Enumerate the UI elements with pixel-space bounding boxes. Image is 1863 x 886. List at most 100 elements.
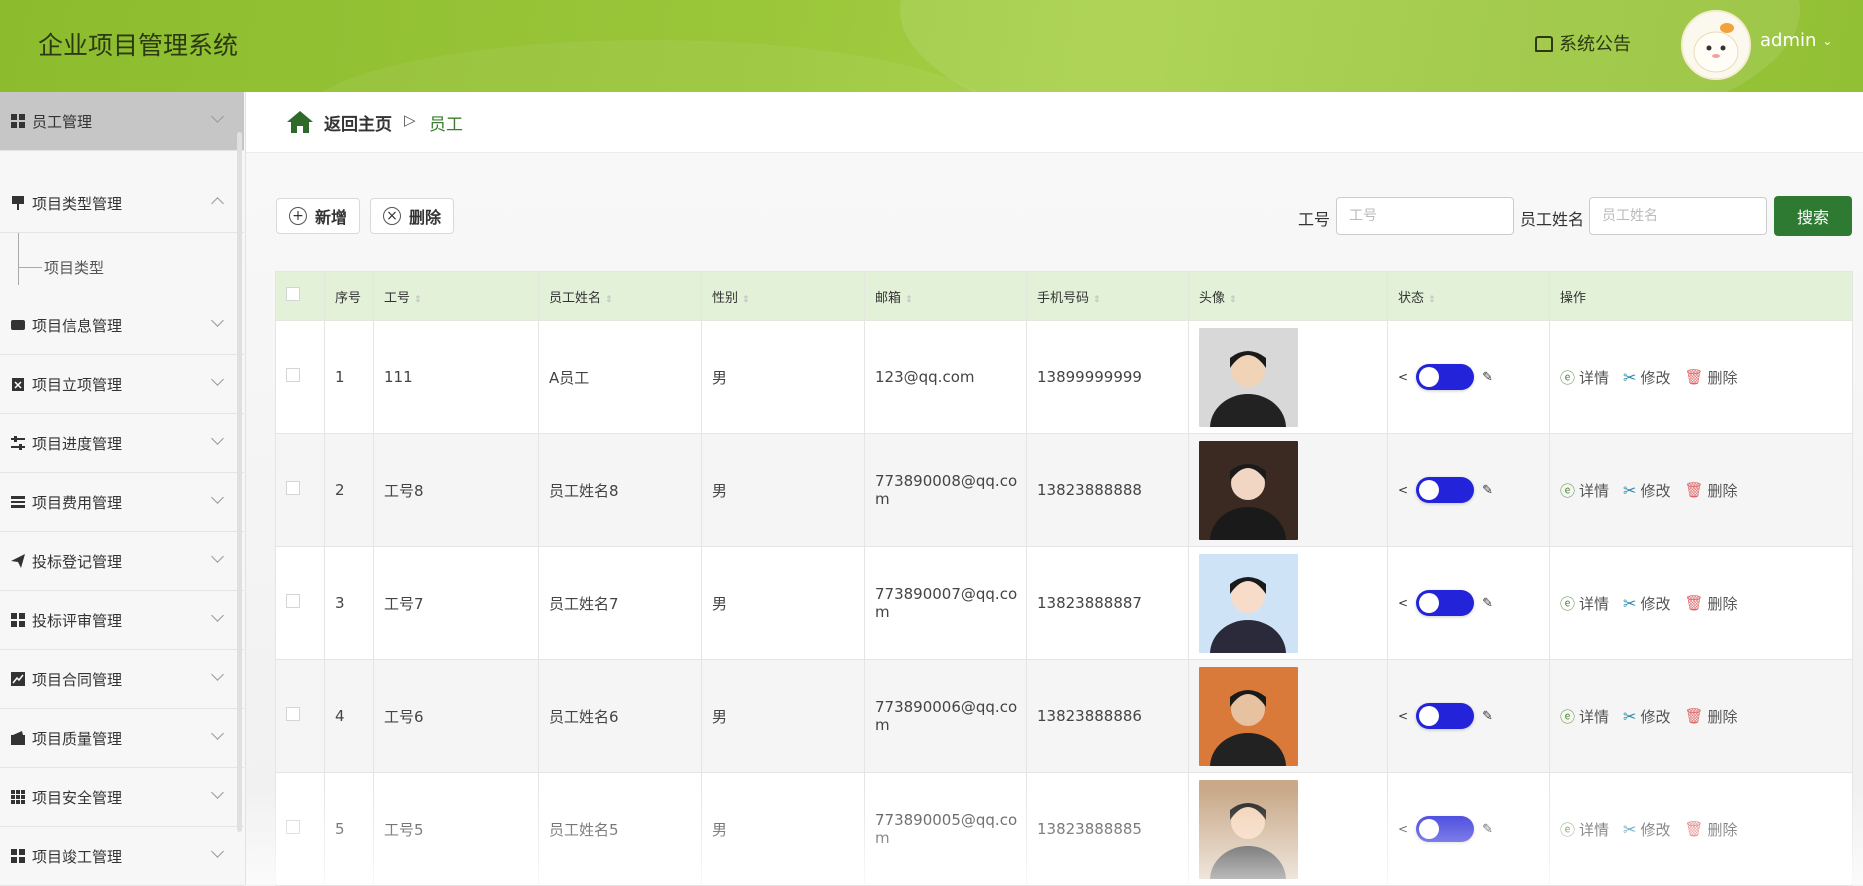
cell-employee-id: 工号5 xyxy=(373,772,539,886)
delete-button[interactable]: × 删除 xyxy=(370,198,455,234)
employee-photo[interactable] xyxy=(1199,327,1298,427)
edit-button[interactable]: ✂ 修改 xyxy=(1623,593,1670,614)
select-all-checkbox[interactable] xyxy=(286,287,300,301)
sort-icon[interactable]: ⇕ xyxy=(905,295,913,305)
employee-photo[interactable] xyxy=(1199,553,1298,653)
column-header[interactable]: 工号 ⇕ xyxy=(373,271,539,321)
app-title: 企业项目管理系统 xyxy=(38,31,239,60)
row-delete-button[interactable]: 🗑 删除 xyxy=(1684,819,1737,840)
trash-icon: 🗑 xyxy=(1684,820,1704,838)
row-select-cell[interactable] xyxy=(275,546,325,660)
search-button[interactable]: 搜索 xyxy=(1774,196,1852,236)
sidebar-item-safety[interactable]: 项目安全管理 xyxy=(0,768,244,827)
row-select-cell[interactable] xyxy=(275,772,325,886)
sort-icon[interactable]: ⇕ xyxy=(1229,295,1237,305)
cell-actions: ⓔ 详情 ✂ 修改 🗑 删除 xyxy=(1549,546,1853,660)
row-select-cell[interactable] xyxy=(275,433,325,547)
employee-id-input[interactable] xyxy=(1336,197,1514,235)
row-checkbox[interactable] xyxy=(286,820,300,834)
notice-link[interactable]: 系统公告 xyxy=(1535,30,1631,56)
sidebar-item-project-progress[interactable]: 项目进度管理 xyxy=(0,414,244,473)
cell-employee-id: 工号7 xyxy=(373,546,539,660)
list-icon xyxy=(11,496,25,508)
status-toggle[interactable] xyxy=(1416,590,1475,616)
row-delete-button[interactable]: 🗑 删除 xyxy=(1684,480,1737,501)
sidebar-item-quality[interactable]: 项目质量管理 xyxy=(0,709,244,768)
wrench-icon: ✂ xyxy=(1623,819,1637,839)
sidebar-item-label: 项目立项管理 xyxy=(32,375,123,394)
row-delete-button[interactable]: 🗑 删除 xyxy=(1684,593,1737,614)
cell-actions: ⓔ 详情 ✂ 修改 🗑 删除 xyxy=(1549,433,1853,547)
grid-icon xyxy=(11,114,25,128)
top-header: 企业项目管理系统 系统公告 admin ⌄ xyxy=(0,0,1863,92)
detail-button[interactable]: ⓔ 详情 xyxy=(1560,706,1609,727)
row-checkbox[interactable] xyxy=(286,368,300,382)
employee-name-input[interactable] xyxy=(1589,197,1767,235)
sidebar-subitem-project-type[interactable]: 项目类型 xyxy=(0,233,244,299)
sort-icon[interactable]: ⇕ xyxy=(742,295,750,305)
sort-icon[interactable]: ⇕ xyxy=(1093,295,1101,305)
tree-line xyxy=(18,233,19,285)
select-all-cell[interactable] xyxy=(275,271,325,321)
sidebar-item-project-info[interactable]: 项目信息管理 xyxy=(0,296,244,355)
sidebar-item-completion[interactable]: 项目竣工管理 xyxy=(0,827,244,886)
user-avatar[interactable] xyxy=(1681,10,1751,80)
row-checkbox[interactable] xyxy=(286,481,300,495)
chevron-down-icon xyxy=(211,609,224,622)
column-header[interactable]: 员工姓名 ⇕ xyxy=(538,271,702,321)
edit-button[interactable]: ✂ 修改 xyxy=(1623,706,1670,727)
cell-index: 3 xyxy=(324,546,374,660)
sort-icon[interactable]: ⇕ xyxy=(605,295,613,305)
status-toggle[interactable] xyxy=(1416,703,1475,729)
sort-icon[interactable]: ⇕ xyxy=(414,295,422,305)
sidebar-item-bid-review[interactable]: 投标评审管理 xyxy=(0,591,244,650)
column-header[interactable]: 性别 ⇕ xyxy=(701,271,865,321)
user-menu[interactable]: admin ⌄ xyxy=(1760,30,1832,51)
home-icon[interactable] xyxy=(286,110,314,134)
row-checkbox[interactable] xyxy=(286,594,300,608)
chevron-down-icon xyxy=(211,314,224,327)
status-toggle[interactable] xyxy=(1416,364,1475,390)
delete-button-label: 删除 xyxy=(409,208,442,227)
table-row: 2 工号8 员工姓名8 男 773890008@qq.com 138238888… xyxy=(275,433,1853,547)
add-button[interactable]: + 新增 xyxy=(276,198,361,234)
detail-button[interactable]: ⓔ 详情 xyxy=(1560,367,1609,388)
row-select-cell[interactable] xyxy=(275,320,325,434)
sidebar-item-project-type[interactable]: 项目类型管理 xyxy=(0,174,244,233)
breadcrumb-home-link[interactable]: 返回主页 xyxy=(324,110,392,135)
sidebar-item-label: 项目合同管理 xyxy=(32,670,123,689)
sidebar-scrollbar[interactable] xyxy=(237,132,242,832)
column-header[interactable]: 头像 ⇕ xyxy=(1188,271,1388,321)
row-select-cell[interactable] xyxy=(275,659,325,773)
employee-photo[interactable] xyxy=(1199,666,1298,766)
cell-gender: 男 xyxy=(701,659,865,773)
detail-button[interactable]: ⓔ 详情 xyxy=(1560,819,1609,840)
status-toggle[interactable] xyxy=(1416,816,1475,842)
chevron-down-icon: ⌄ xyxy=(1822,33,1833,48)
edit-button[interactable]: ✂ 修改 xyxy=(1623,819,1670,840)
edit-button[interactable]: ✂ 修改 xyxy=(1623,367,1670,388)
cell-index: 4 xyxy=(324,659,374,773)
row-checkbox[interactable] xyxy=(286,707,300,721)
edit-button[interactable]: ✂ 修改 xyxy=(1623,480,1670,501)
sidebar-item-project-cost[interactable]: 项目费用管理 xyxy=(0,473,244,532)
sidebar-item-employee[interactable]: 员工管理 xyxy=(0,92,244,151)
row-delete-button[interactable]: 🗑 删除 xyxy=(1684,706,1737,727)
sort-icon[interactable]: ⇕ xyxy=(1428,295,1436,305)
employee-photo[interactable] xyxy=(1199,440,1298,540)
column-header[interactable]: 状态 ⇕ xyxy=(1387,271,1550,321)
sidebar-item-contract[interactable]: 项目合同管理 xyxy=(0,650,244,709)
cell-employee-id: 工号6 xyxy=(373,659,539,773)
add-button-label: 新增 xyxy=(315,208,348,227)
cell-gender: 男 xyxy=(701,546,865,660)
status-toggle[interactable] xyxy=(1416,477,1475,503)
detail-button[interactable]: ⓔ 详情 xyxy=(1560,593,1609,614)
column-header[interactable]: 邮箱 ⇕ xyxy=(864,271,1027,321)
chart-icon xyxy=(11,672,25,686)
employee-photo[interactable] xyxy=(1199,779,1298,879)
column-header[interactable]: 手机号码 ⇕ xyxy=(1026,271,1189,321)
sidebar-item-project-approval[interactable]: 项目立项管理 xyxy=(0,355,244,414)
detail-button[interactable]: ⓔ 详情 xyxy=(1560,480,1609,501)
sidebar-item-bid-register[interactable]: 投标登记管理 xyxy=(0,532,244,591)
row-delete-button[interactable]: 🗑 删除 xyxy=(1684,367,1737,388)
